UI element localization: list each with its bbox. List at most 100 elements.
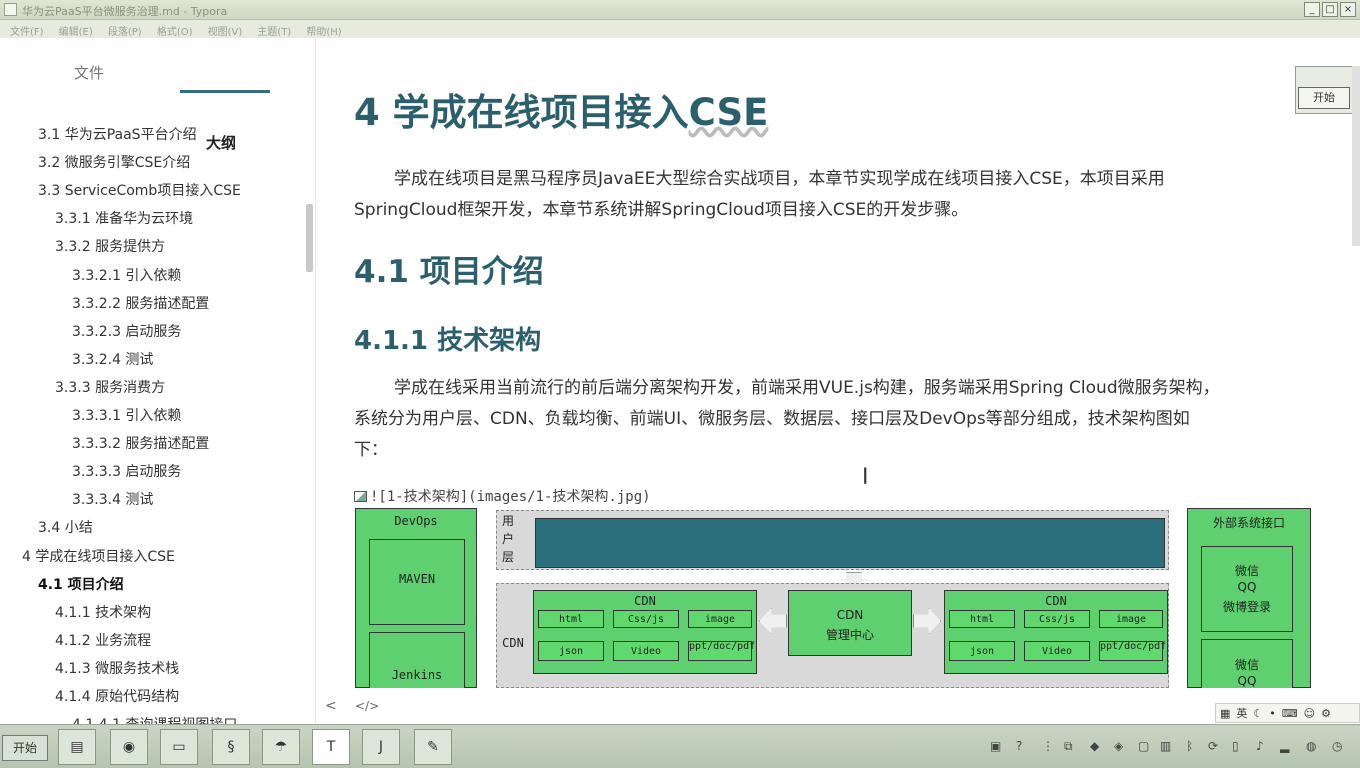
taskbar-shell-icon[interactable]: § [212,729,250,765]
tray-more-icon[interactable]: ⋮ [1042,739,1054,753]
taskbar-cmd-icon[interactable]: ▭ [160,729,198,765]
tray-app-icon[interactable]: ◈ [1114,739,1123,753]
architecture-diagram: DevOps MAVEN Jenkins 用户层 CDN CDN CDN 管理中… [355,508,1311,688]
heading-h1-text: 4 学成在线项目接入 [354,91,689,134]
outline-item[interactable]: 3.3.3 服务消费方 [55,377,165,397]
taskbar-typora-icon[interactable]: T [312,729,350,765]
external-box-2-line2: QQ [1237,674,1257,688]
taskbar-folder-icon[interactable]: ▤ [58,729,96,765]
outline-item[interactable]: 4.1.4 原始代码结构 [55,686,179,706]
cdn-right-cell: ppt/doc/pdf [1099,641,1166,661]
tray-volume-icon[interactable]: ♪ [1256,739,1264,753]
outline-item[interactable]: 3.2 微服务引擎CSE介绍 [38,152,190,172]
outline-item[interactable]: 3.3.3.2 服务描述配置 [72,433,209,453]
editor-content: 4 学成在线项目接入CSE 学成在线项目是黑马程序员JavaEE大型综合实战项目… [317,38,1351,688]
outline-item[interactable]: 4.1.3 微服务技术栈 [55,658,179,678]
ime-user-icon[interactable]: ☺ [1304,707,1315,720]
tray-shield-icon[interactable]: ◆ [1090,739,1099,753]
image-source-line[interactable]: ![1-技术架构](images/1-技术架构.jpg) [354,486,651,506]
outline-item[interactable]: 3.3.1 准备华为云环境 [55,208,193,228]
taskbar-chrome-icon[interactable]: ◉ [110,729,148,765]
outline-item[interactable]: 3.3.3.3 启动服务 [72,461,181,481]
paragraph-arch-line3[interactable]: 下： [354,435,1314,466]
ime-keyboard-icon[interactable]: ⌨ [1282,707,1298,720]
sidebar-scrollbar[interactable] [306,204,313,272]
cdn-center-line2: 管理中心 [825,628,874,642]
cdn-right-cell: html [949,610,1015,628]
heading-h1[interactable]: 4 学成在线项目接入CSE [354,82,768,136]
outline-item[interactable]: 3.3.2.4 测试 [72,349,153,369]
floating-toolbar: 开始 [1295,66,1353,114]
user-layer-bar [535,518,1165,568]
tray-network-icon[interactable]: ◍ [1306,739,1316,753]
ime-lang[interactable]: 英 [1236,705,1247,721]
taskbar-tool-icon[interactable]: ✎ [414,729,452,765]
outline-item[interactable]: 4 学成在线项目接入CSE [22,546,175,566]
cdn-left-cell: Css/js [613,610,679,628]
ime-toolbar: ▦ 英 ☾ • ⌨ ☺ ⚙ [1215,703,1360,723]
source-mode-icon[interactable]: </> [355,699,379,713]
sidebar: 文件 大纲 3.1 华为云PaaS平台介绍 3.2 微服务引擎CSE介绍 3.3 S… [0,38,316,733]
user-layer-label: 用户层 [501,514,514,564]
maximize-button[interactable]: □ [1322,2,1338,17]
taskbar-umbrella-icon[interactable]: ☂ [262,729,300,765]
cdn-left-cell: ppt/doc/pdf [688,641,755,661]
paragraph-intro-line1[interactable]: 学成在线项目是黑马程序员JavaEE大型综合实战项目，本章节实现学成在线项目接入… [354,164,1314,195]
outline-item[interactable]: 3.3 ServiceComb项目接入CSE [38,180,241,200]
taskbar-jetbrains-icon[interactable]: J [362,729,400,765]
cdn-center-line1: CDN [836,608,864,622]
text-cursor-icon: Ι [862,465,869,490]
paragraph-arch-line2[interactable]: 系统分为用户层、CDN、负载均衡、前端UI、微服务层、数据层、接口层及DevOp… [354,404,1314,435]
paragraph-arch-line1[interactable]: 学成在线采用当前流行的前后端分离架构开发，前端采用VUE.js构建，服务端采用S… [354,373,1314,404]
start-button[interactable]: 开始 [2,735,48,761]
devops-title: DevOps [394,514,438,528]
close-button[interactable]: × [1340,2,1356,17]
paragraph-intro-line2[interactable]: SpringCloud框架开发，本章节系统讲解SpringCloud项目接入CS… [354,195,1314,226]
tray-copy-icon[interactable]: ⧉ [1064,739,1073,754]
external-box-1-line3: 微博登录 [1222,600,1271,614]
tray-signal-icon[interactable]: ▂ [1280,739,1289,753]
heading-h3[interactable]: 4.1.1 技术架构 [354,320,541,357]
tab-files[interactable]: 文件 [74,62,104,83]
tray-sync-icon[interactable]: ⟳ [1208,739,1218,753]
outline-item[interactable]: 3.3.2 服务提供方 [55,236,165,256]
tray-bluetooth-icon[interactable]: ᛒ [1186,739,1193,753]
outline-item[interactable]: 3.3.2.1 引入依赖 [72,265,181,285]
ime-dot-icon[interactable]: • [1269,707,1276,720]
cdn-left-cell: html [538,610,604,628]
ime-settings-icon[interactable]: ⚙ [1321,707,1331,720]
cdn-right-cell: json [949,641,1015,661]
external-box-2-line1: 微信 [1234,658,1259,672]
menu-bar: 文件(F) 编辑(E) 段落(P) 格式(O) 视图(V) 主题(T) 帮助(H… [0,20,1360,38]
jenkins-label: Jenkins [391,668,443,682]
minimize-button[interactable]: _ [1304,2,1320,17]
editor-scrollbar[interactable] [1352,66,1360,246]
ime-grid-icon[interactable]: ▦ [1220,707,1230,720]
tray-battery-icon[interactable]: ▯ [1232,739,1239,753]
title-bar: 华为云PaaS平台微服务治理.md - Typora _ □ × [0,0,1360,20]
maven-label: MAVEN [398,572,436,586]
tray-window-icon[interactable]: ▢ [1138,739,1149,753]
back-icon[interactable]: < [325,698,337,714]
start-label: 开始 [12,741,37,755]
outline-item[interactable]: 3.3.3.4 测试 [72,489,153,509]
heading-h2[interactable]: 4.1 项目介绍 [354,246,544,291]
outline-item[interactable]: 3.1 华为云PaaS平台介绍 [38,124,197,144]
outline-item[interactable]: 3.4 小结 [38,517,93,537]
tray-clock-icon[interactable]: ◷ [1332,739,1342,753]
outline-item[interactable]: 3.3.2.2 服务描述配置 [72,293,209,313]
start-float-button[interactable]: 开始 [1298,87,1350,109]
tray-notes-icon[interactable]: ▣ [990,739,1001,753]
taskbar: 开始 ▤ ◉ ▭ § ☂ T J ✎ ▣ ? ⋮ ⧉ ◆ ◈ ▢ ▥ ᛒ ⟳ ▯… [0,724,1360,768]
outline-item[interactable]: 3.3.3.1 引入依赖 [72,405,181,425]
outline-item[interactable]: 3.3.2.3 启动服务 [72,321,181,341]
tray-video-icon[interactable]: ▥ [1160,739,1171,753]
ime-moon-icon[interactable]: ☾ [1253,707,1263,720]
cdn-right-cell: image [1099,610,1163,628]
cdn-right-title: CDN [1045,594,1067,608]
outline-item[interactable]: 4.1.2 业务流程 [55,630,151,650]
outline-item[interactable]: 4.1.1 技术架构 [55,602,151,622]
tray-help-icon[interactable]: ? [1016,739,1022,753]
outline-item[interactable]: 4.1 项目介绍 [38,574,124,594]
cdn-side-label: CDN [502,636,524,650]
